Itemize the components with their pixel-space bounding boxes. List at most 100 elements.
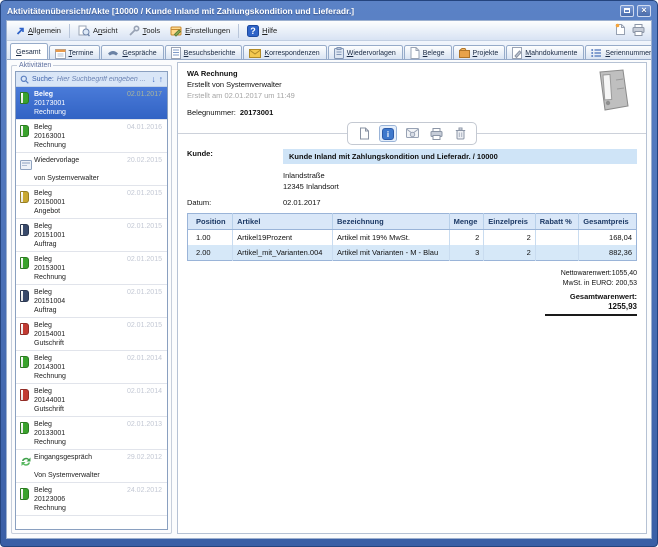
note-icon <box>20 160 32 170</box>
book-green-icon <box>20 125 29 137</box>
print-button[interactable] <box>632 24 645 38</box>
table-row[interactable]: 1.00Artikel19ProzentArtikel mit 19% MwSt… <box>188 230 637 246</box>
table-body: 1.00Artikel19ProzentArtikel mit 19% MwSt… <box>188 230 637 261</box>
list-item-line: Rechnung <box>34 108 163 117</box>
tab-label: Projekte <box>473 50 499 57</box>
search-next-icon[interactable]: ↓ <box>152 75 156 83</box>
column-header[interactable]: Einzelpreis <box>484 214 535 230</box>
list-item[interactable]: Beleg20144001Gutschrift02.01.2014 <box>16 384 167 417</box>
list-item[interactable]: Beleg20150001Angebot02.01.2015 <box>16 186 167 219</box>
window-title: Aktivitätenübersicht/Akte [10000 / Kunde… <box>7 6 617 16</box>
menu-item-einstellungen[interactable]: Einstellungen <box>165 23 235 39</box>
info-button[interactable]: i <box>380 126 396 141</box>
tab-seriennummern[interactable]: Seriennummern <box>585 45 651 60</box>
column-header[interactable]: Position <box>188 214 233 230</box>
list-item-date: 02.01.2015 <box>127 190 162 197</box>
info-icon: i <box>382 128 394 140</box>
document-icon <box>410 47 420 59</box>
list-item[interactable]: Eingangsgespräch Von Systemverwalter29.0… <box>16 450 167 483</box>
list-item-line: 20143001 <box>34 363 163 372</box>
new-document-button[interactable] <box>615 23 626 38</box>
tab-termine[interactable]: Termine <box>49 45 101 60</box>
tab-gesamt[interactable]: Gesamt <box>10 43 48 60</box>
tab-label: Besuchsberichte <box>184 50 236 57</box>
list-item[interactable]: Beleg20151001Auftrag02.01.2015 <box>16 219 167 252</box>
list-item[interactable]: Wiedervorlage von Systemverwalter20.02.2… <box>16 153 167 186</box>
menu-item-tools[interactable]: Tools <box>123 23 166 39</box>
table-cell: 2 <box>449 230 484 246</box>
address-block: Inlandstraße 12345 Inlandsort <box>283 170 637 192</box>
menu-item-hilfe[interactable]: ?Hilfe <box>242 23 282 39</box>
search-prev-icon[interactable]: ↑ <box>159 75 163 83</box>
datum-label: Datum: <box>187 198 283 207</box>
close-button[interactable]: × <box>637 5 651 17</box>
tab-gespräche[interactable]: Gespräche <box>101 45 163 60</box>
tab-belege[interactable]: Belege <box>404 45 452 60</box>
trash-icon <box>455 127 466 140</box>
list-item-line: Rechnung <box>34 504 163 513</box>
print-icon <box>430 128 443 140</box>
list-item[interactable]: Beleg20154001Gutschrift02.01.2015 <box>16 318 167 351</box>
menu-item-allgemein[interactable]: Allgemein <box>10 24 66 38</box>
book-green-icon <box>20 257 29 269</box>
help-icon: ? <box>247 25 259 37</box>
list-item[interactable]: Beleg20133001Rechnung02.01.2013 <box>16 417 167 450</box>
book-yellow-icon <box>20 191 29 203</box>
address-line-1: Inlandstraße <box>283 170 637 181</box>
menu-separator <box>238 24 239 38</box>
list-item-line <box>34 165 163 174</box>
list-item-line: 20151004 <box>34 297 163 306</box>
list-item[interactable]: Beleg20151004Auftrag02.01.2015 <box>16 285 167 318</box>
list-item-date: 04.01.2016 <box>127 124 162 131</box>
arrow-up-right-icon <box>15 26 25 36</box>
tab-mahndokumente[interactable]: Mahndokumente <box>506 45 584 60</box>
column-header[interactable]: Bezeichnung <box>332 214 449 230</box>
tab-korrespondenzen[interactable]: Korrespondenzen <box>243 45 326 60</box>
list-item[interactable]: Beleg20123006Rechnung24.02.2012 <box>16 483 167 516</box>
list-item-date: 24.02.2012 <box>127 487 162 494</box>
list-item-date: 02.01.2015 <box>127 289 162 296</box>
search-bar: Suche: ↓ ↑ <box>16 72 167 87</box>
table-row[interactable]: 2.00Artikel_mit_Varianten.004Artikel mit… <box>188 245 637 261</box>
email-icon <box>406 128 419 139</box>
column-header[interactable]: Gesamtpreis <box>579 214 637 230</box>
list-item-date: 02.01.2014 <box>127 388 162 395</box>
email-button[interactable] <box>404 126 420 141</box>
positions-table: PositionArtikelBezeichnungMengeEinzelpre… <box>187 213 637 261</box>
mail-pen-icon <box>249 48 261 58</box>
list-item-line: von Systemverwalter <box>34 174 163 183</box>
list-item[interactable]: Beleg20153001Rechnung02.01.2015 <box>16 252 167 285</box>
gesamt-value: 1255,93 <box>187 302 637 311</box>
menu-item-ansicht[interactable]: Ansicht <box>73 23 123 39</box>
tab-besuchsberichte[interactable]: Besuchsberichte <box>165 45 243 60</box>
column-header[interactable]: Rabatt % <box>535 214 579 230</box>
page-button[interactable] <box>356 126 372 141</box>
settings-icon <box>170 25 182 37</box>
tab-wiedervorlagen[interactable]: Wiedervorlagen <box>328 45 403 60</box>
column-header[interactable]: Menge <box>449 214 484 230</box>
list-item-line: Gutschrift <box>34 339 163 348</box>
list-item-date: 02.01.2015 <box>127 322 162 329</box>
restore-button[interactable] <box>620 5 634 17</box>
print-button[interactable] <box>428 126 444 141</box>
trash-button[interactable] <box>452 126 468 141</box>
tab-label: Seriennummern <box>605 50 651 57</box>
list-item[interactable]: Beleg20163001Rechnung04.01.2016 <box>16 120 167 153</box>
list-item-line: 20154001 <box>34 330 163 339</box>
menu-item-label: Tools <box>143 26 161 35</box>
column-header[interactable]: Artikel <box>233 214 333 230</box>
kunde-value[interactable]: Kunde Inland mit Zahlungskondition und L… <box>283 149 637 164</box>
list-item[interactable]: Beleg20173001Rechnung02.01.2017 <box>16 87 167 120</box>
clipboard-icon <box>334 47 344 59</box>
search-icon <box>20 75 29 84</box>
search-input[interactable] <box>57 76 149 83</box>
list-item[interactable]: Beleg20143001Rechnung02.01.2014 <box>16 351 167 384</box>
calendar-icon <box>55 48 66 59</box>
title-bar: Aktivitätenübersicht/Akte [10000 / Kunde… <box>6 1 652 20</box>
menu-bar: Allgemein Ansicht Tools Einstellungen ?Hilfe <box>7 21 651 41</box>
list-item-line: 20123006 <box>34 495 163 504</box>
tab-projekte[interactable]: Projekte <box>453 45 506 60</box>
datum-value: 02.01.2017 <box>283 198 321 207</box>
tab-label: Mahndokumente <box>525 50 577 57</box>
book-red-icon <box>20 323 29 335</box>
